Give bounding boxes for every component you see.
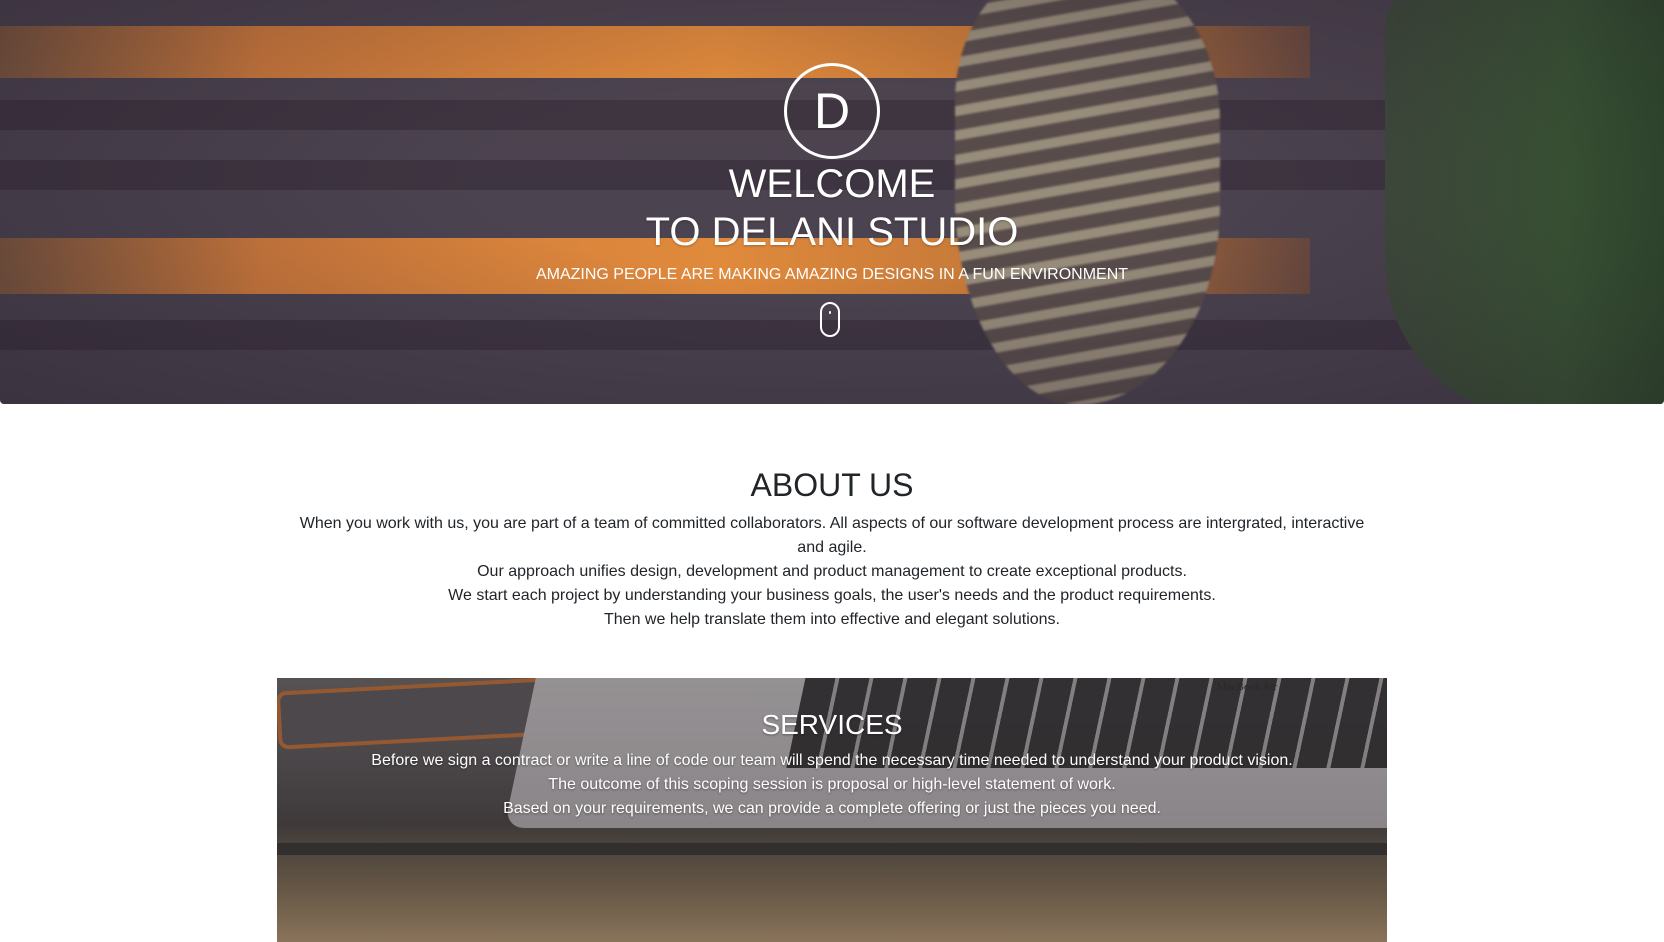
about-paragraph: Our approach unifies design, development… — [477, 563, 1187, 580]
services-section: MacBook Air SERVICES Before we sign a co… — [277, 678, 1387, 942]
services-title: SERVICES — [761, 709, 903, 740]
services-paragraph: The outcome of this scoping session is p… — [548, 776, 1116, 793]
hero-title-line2: TO DELANI STUDIO — [645, 210, 1019, 254]
services-paragraph: Before we sign a contract or write a lin… — [371, 752, 1293, 769]
about-paragraph: When you work with us, you are part of a… — [299, 515, 1365, 556]
about-title: ABOUT US — [750, 467, 914, 503]
about-paragraph: We start each project by understanding y… — [448, 587, 1216, 604]
hero-subtitle: AMAZING PEOPLE ARE MAKING AMAZING DESIGN… — [535, 266, 1129, 283]
hero-title: WELCOME TO DELANI STUDIO — [0, 160, 1664, 256]
mouse-wheel — [829, 311, 831, 314]
hero-section: D WELCOME TO DELANI STUDIO AMAZING PEOPL… — [0, 0, 1664, 404]
logo[interactable]: D — [784, 63, 880, 159]
logo-letter: D — [813, 83, 851, 139]
mouse-scroll-icon[interactable] — [820, 302, 840, 337]
about-paragraph: Then we help translate them into effecti… — [604, 611, 1060, 628]
services-paragraph: Based on your requirements, we can provi… — [503, 800, 1161, 817]
hero-title-line1: WELCOME — [728, 162, 936, 206]
about-text: When you work with us, you are part of a… — [290, 512, 1374, 632]
services-text: Before we sign a contract or write a lin… — [277, 749, 1387, 821]
